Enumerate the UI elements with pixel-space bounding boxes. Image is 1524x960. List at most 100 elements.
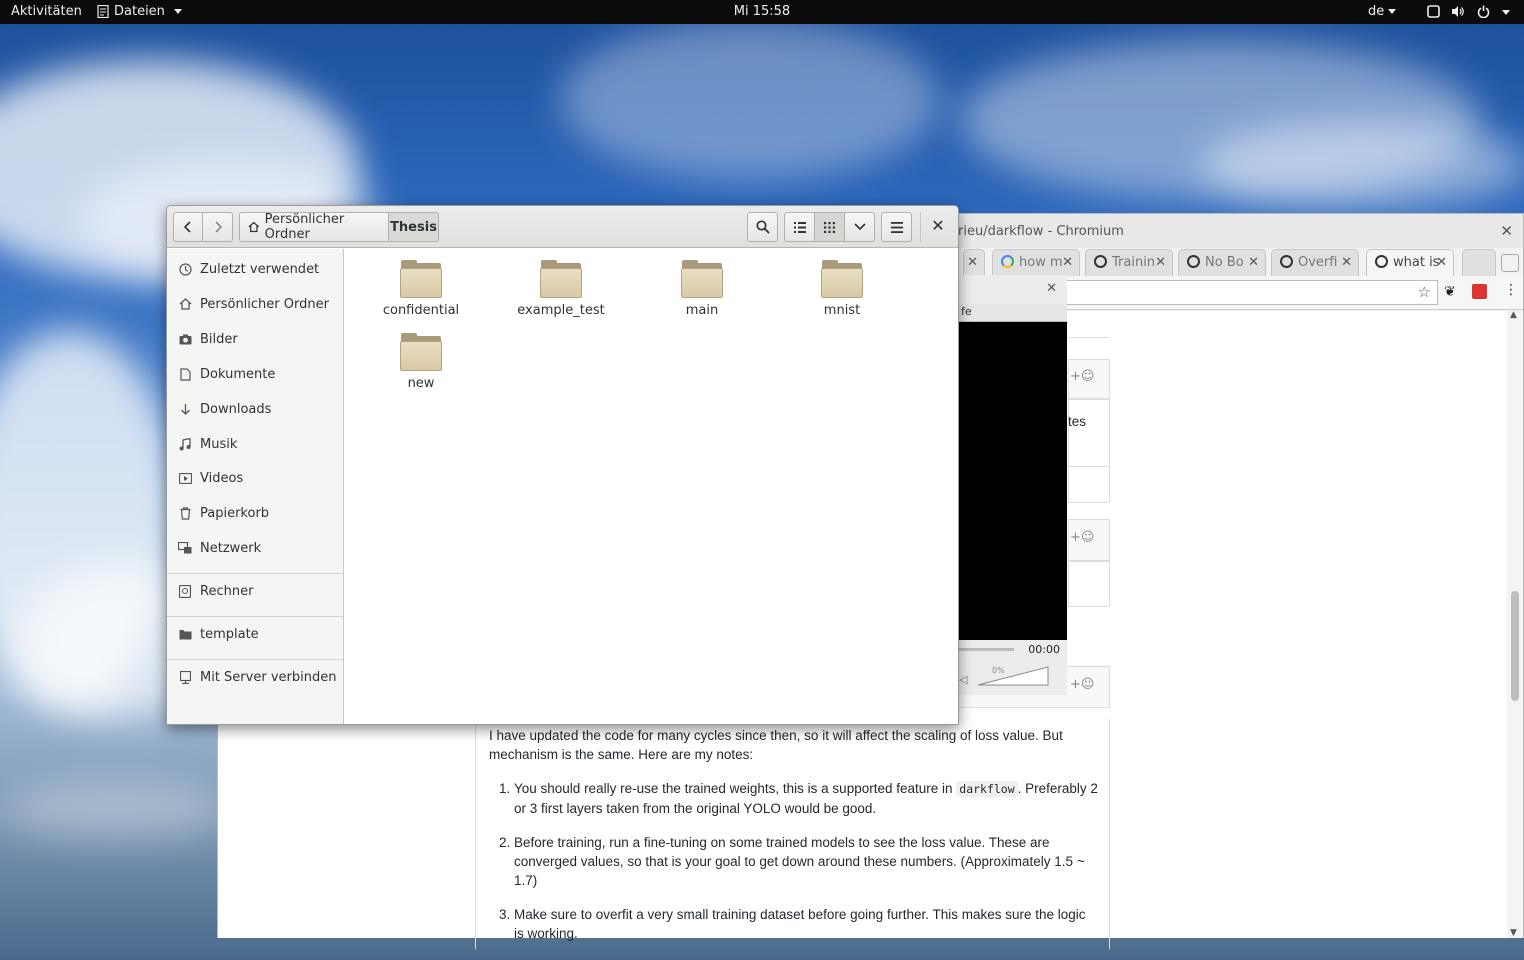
divider	[1068, 466, 1110, 467]
download-icon	[178, 402, 192, 416]
chromium-scrollbar[interactable]: ▲ ▼	[1507, 310, 1523, 938]
hamburger-icon	[890, 221, 903, 233]
video-surface[interactable]	[959, 322, 1067, 640]
bookmark-star-icon[interactable]: ☆	[1418, 283, 1431, 301]
video-progress[interactable]	[959, 648, 1014, 651]
power-icon[interactable]	[1477, 5, 1490, 18]
extension-icon[interactable]: ❦	[1444, 284, 1456, 300]
video-icon	[178, 471, 192, 485]
extension-icon[interactable]	[1472, 284, 1487, 299]
home-icon	[248, 221, 260, 233]
folder-item[interactable]: new	[361, 332, 481, 391]
volume-icon[interactable]	[1451, 5, 1464, 18]
sidebar-item-pictures[interactable]: Bilder	[167, 324, 343, 354]
comment-body	[1068, 561, 1110, 607]
sidebar-item-network[interactable]: Netzwerk	[167, 533, 343, 563]
scroll-up-icon[interactable]: ▲	[1510, 310, 1517, 320]
close-icon[interactable]: ✕	[1341, 255, 1352, 270]
add-reaction-icon[interactable]: +☺	[1070, 530, 1094, 545]
sidebar-item-home[interactable]: Persönlicher Ordner	[167, 289, 343, 319]
view-options-button[interactable]	[845, 212, 875, 242]
folder-item[interactable]: mnist	[782, 259, 902, 318]
clock[interactable]: Mi 15:58	[0, 4, 1524, 19]
menu-icon[interactable]: ⋮	[1504, 282, 1518, 298]
folder-label: mnist	[823, 303, 861, 318]
video-title: fe	[959, 305, 1067, 322]
close-icon[interactable]: ✕	[1436, 255, 1447, 270]
chevron-down-icon[interactable]	[1502, 10, 1510, 15]
file-manager-window[interactable]: Persönlicher Ordner Thesis ✕ Zuletzt ver…	[166, 205, 959, 725]
video-time: 00:00	[1028, 643, 1060, 656]
folder-label: example_test	[517, 303, 605, 318]
sidebar-item-music[interactable]: Musik	[167, 429, 343, 459]
scroll-down-icon[interactable]: ▼	[1510, 928, 1517, 938]
search-button[interactable]	[747, 212, 778, 242]
sidebar-item-documents[interactable]: Dokumente	[167, 359, 343, 389]
places-sidebar: Zuletzt verwendet Persönlicher Ordner Bi…	[167, 249, 344, 724]
video-player-popup[interactable]: ✕ fe 00:00 ◁ 0%	[959, 275, 1067, 695]
forward-button[interactable]	[203, 212, 233, 242]
browser-tab[interactable]: Trainin ✕	[1085, 249, 1173, 276]
tab-label: Overfi	[1298, 255, 1338, 270]
close-icon[interactable]: ✕	[1062, 255, 1073, 270]
breadcrumb-current[interactable]: Thesis	[389, 212, 439, 242]
add-reaction-icon[interactable]: +☺	[1070, 369, 1094, 384]
folder-item[interactable]: confidential	[361, 259, 481, 318]
grid-view-button[interactable]	[815, 212, 845, 242]
inline-code: darkflow	[956, 781, 1018, 797]
profile-icon[interactable]	[1501, 254, 1519, 272]
language-indicator[interactable]: de	[1368, 4, 1397, 19]
close-icon[interactable]: ✕	[928, 216, 948, 236]
sidebar-item-template[interactable]: template	[167, 619, 343, 649]
browser-tab[interactable]: No Bo ✕	[1178, 249, 1266, 276]
new-tab-button[interactable]	[1462, 249, 1496, 276]
tab-label: what is	[1393, 255, 1440, 270]
folder-item[interactable]: example_test	[501, 259, 621, 318]
sidebar-item-connect-server[interactable]: Mit Server verbinden	[167, 662, 343, 692]
folder-item[interactable]: main	[642, 259, 762, 318]
sidebar-item-computer[interactable]: Rechner	[167, 576, 343, 606]
add-reaction-icon[interactable]: +☺	[1070, 677, 1094, 692]
home-icon	[178, 297, 192, 311]
folder-label: confidential	[382, 303, 460, 318]
scrollbar-thumb[interactable]	[1511, 591, 1519, 701]
close-icon[interactable]: ✕	[967, 255, 978, 270]
close-icon[interactable]: ✕	[1248, 255, 1259, 270]
browser-tab-active[interactable]: what is ✕	[1366, 249, 1454, 276]
close-icon[interactable]: ✕	[1046, 281, 1057, 296]
sidebar-item-label: template	[200, 626, 259, 642]
sidebar-item-label: Dokumente	[200, 366, 276, 382]
chevron-left-icon	[183, 221, 191, 233]
list-view-button[interactable]	[784, 212, 815, 242]
volume-value: 0%	[992, 666, 1005, 675]
comment-intro: I have updated the code for many cycles …	[489, 728, 1063, 762]
list-item: Before training, run a fine-tuning on so…	[514, 833, 1099, 890]
github-icon	[1375, 255, 1388, 268]
browser-tab[interactable]: ✕	[963, 249, 985, 276]
close-icon[interactable]: ✕	[1500, 222, 1513, 240]
chromium-window-title: rieu/darkflow - Chromium	[958, 224, 1124, 239]
language-label: de	[1368, 4, 1385, 19]
sidebar-item-videos[interactable]: Videos	[167, 463, 343, 493]
back-button[interactable]	[173, 212, 203, 242]
menu-button[interactable]	[881, 212, 912, 242]
file-grid[interactable]: confidential example_test main mnist new	[345, 249, 958, 724]
sidebar-item-downloads[interactable]: Downloads	[167, 394, 343, 424]
breadcrumb-home[interactable]: Persönlicher Ordner	[239, 212, 389, 242]
sidebar-item-recent[interactable]: Zuletzt verwendet	[167, 254, 343, 284]
notes-list: You should really re-use the trained wei…	[514, 779, 1099, 958]
sidebar-item-trash[interactable]: Papierkorb	[167, 498, 343, 528]
close-icon[interactable]: ✕	[1155, 255, 1166, 270]
comment-text-fragment: tes	[1068, 414, 1087, 429]
volume-slider[interactable]	[976, 665, 1051, 687]
file-manager-headerbar[interactable]: Persönlicher Ordner Thesis ✕	[167, 206, 958, 248]
trash-icon	[178, 506, 192, 520]
sidebar-item-label: Mit Server verbinden	[200, 669, 337, 685]
sidebar-item-label: Rechner	[200, 583, 254, 599]
browser-tab[interactable]: Overfi ✕	[1271, 249, 1359, 276]
browser-tab[interactable]: how m ✕	[992, 249, 1080, 276]
window-icon[interactable]	[1427, 5, 1440, 18]
sidebar-item-label: Zuletzt verwendet	[200, 261, 320, 277]
breadcrumb-home-label: Persönlicher Ordner	[264, 212, 345, 242]
volume-icon[interactable]: ◁	[959, 673, 967, 686]
